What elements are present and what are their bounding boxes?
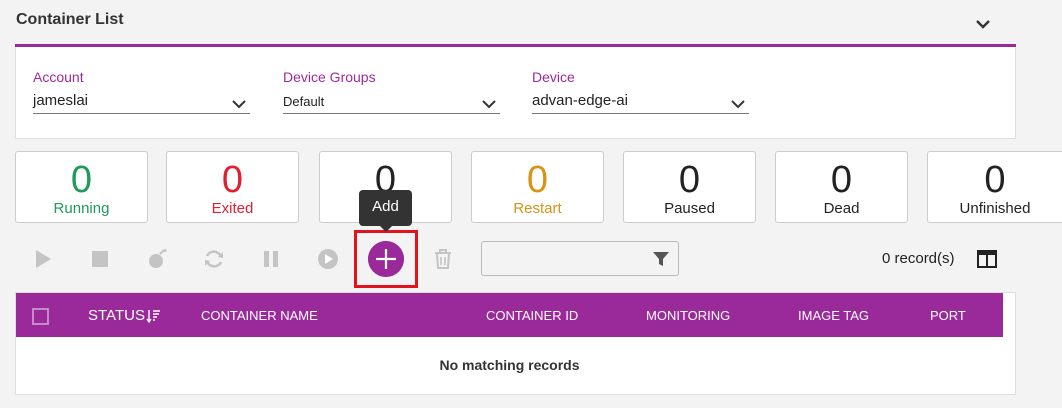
account-label: Account [33, 69, 84, 85]
chevron-down-icon[interactable] [972, 14, 994, 34]
stop-icon[interactable] [89, 248, 111, 270]
chevron-down-icon[interactable] [731, 99, 745, 109]
stat-restart[interactable]: 0 Restart [471, 151, 604, 223]
stat-running[interactable]: 0 Running [15, 151, 148, 223]
funnel-icon[interactable] [652, 251, 670, 267]
stat-exited[interactable]: 0 Exited [166, 151, 299, 223]
restart-icon[interactable] [203, 248, 225, 270]
account-filter[interactable]: Account jameslai [33, 69, 250, 114]
column-image-tag[interactable]: IMAGE TAG [798, 308, 869, 323]
device-groups-label: Device Groups [283, 69, 376, 85]
device-filter[interactable]: Device advan-edge-ai [532, 69, 749, 114]
account-underline [33, 113, 250, 114]
stat-count: 0 [830, 159, 853, 201]
container-table: STATUS CONTAINER NAME CONTAINER ID MONIT… [15, 292, 1016, 395]
add-tooltip: Add [359, 190, 412, 232]
device-groups-select[interactable]: Default [283, 94, 324, 109]
stat-unfinished[interactable]: 0 Unfinished [927, 151, 1062, 223]
stat-count: 0 [678, 159, 701, 201]
column-container-id[interactable]: CONTAINER ID [486, 308, 578, 323]
stat-paused[interactable]: 0 Paused [623, 151, 756, 223]
column-container-name[interactable]: CONTAINER NAME [201, 308, 318, 323]
add-button[interactable] [368, 241, 404, 277]
stat-count: 0 [984, 159, 1006, 201]
select-all-checkbox[interactable] [32, 308, 49, 325]
play-icon[interactable] [32, 248, 54, 270]
stat-count: 0 [70, 159, 93, 201]
device-groups-underline [283, 113, 500, 114]
filter-panel: Account jameslai Device Groups Default D… [15, 47, 1016, 139]
chevron-down-icon[interactable] [482, 99, 496, 109]
table-header: STATUS CONTAINER NAME CONTAINER ID MONIT… [16, 293, 1003, 337]
column-status[interactable]: STATUS [88, 307, 145, 324]
page-title: Container List [16, 11, 124, 28]
search-filter-box[interactable] [481, 241, 679, 276]
device-underline [532, 113, 749, 114]
column-monitoring[interactable]: MONITORING [646, 308, 730, 323]
delete-icon[interactable] [432, 248, 454, 270]
column-port[interactable]: PORT [930, 308, 966, 323]
empty-message: No matching records [439, 357, 580, 373]
stat-count: 0 [526, 159, 549, 201]
stat-count: 0 [221, 159, 244, 201]
chevron-down-icon[interactable] [232, 99, 246, 109]
account-select[interactable]: jameslai [33, 92, 88, 109]
columns-icon[interactable] [977, 250, 997, 268]
stat-dead[interactable]: 0 Dead [775, 151, 908, 223]
kill-icon[interactable] [146, 248, 168, 270]
pause-icon[interactable] [260, 248, 282, 270]
device-groups-filter[interactable]: Device Groups Default [283, 69, 500, 114]
stat-label: Restart [513, 200, 562, 217]
device-select[interactable]: advan-edge-ai [532, 92, 628, 109]
stat-label: Dead [823, 200, 860, 217]
stat-label: Paused [664, 200, 715, 217]
stat-label: Exited [211, 200, 254, 217]
record-count: 0 record(s) [882, 250, 955, 267]
device-label: Device [532, 69, 575, 85]
stat-label: Running [53, 200, 110, 217]
resume-icon[interactable] [317, 248, 339, 270]
stat-label: Unfinished [959, 200, 1031, 217]
search-input[interactable] [482, 242, 642, 275]
sort-icon[interactable] [146, 309, 161, 323]
